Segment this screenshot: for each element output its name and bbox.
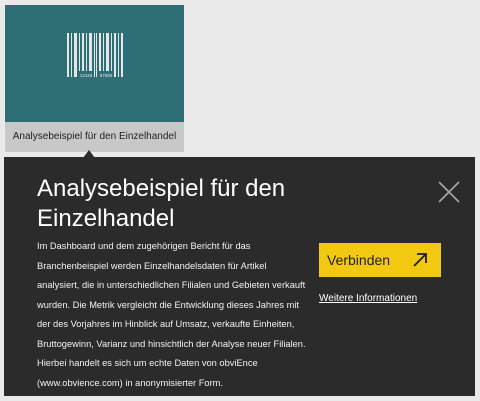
flyout-description: Im Dashboard und dem zugehörigen Bericht… [37, 241, 306, 388]
connect-button-label: Verbinden [327, 252, 391, 268]
arrow-up-right-icon [413, 253, 427, 267]
barcode-right-digits: 67890 [100, 73, 113, 78]
barcode-icon: 12345 67890 [67, 33, 123, 78]
page: 12345 67890 Analysebeispiel für den Einz… [0, 0, 480, 401]
sample-flyout: Analysebeispiel für den Einzelhandel Im … [4, 157, 475, 396]
more-info-link[interactable]: Weitere Informationen [319, 293, 417, 304]
tile-image: 12345 67890 [5, 5, 184, 122]
barcode-left-digits: 12345 [80, 73, 93, 78]
tile-caption: Analysebeispiel für den Einzelhandel [5, 122, 184, 152]
sample-tile[interactable]: 12345 67890 Analysebeispiel für den Einz… [5, 5, 184, 152]
connect-button[interactable]: Verbinden [319, 243, 441, 277]
flyout-title: Analysebeispiel für den Einzelhandel [37, 175, 286, 232]
close-icon[interactable] [436, 179, 462, 205]
